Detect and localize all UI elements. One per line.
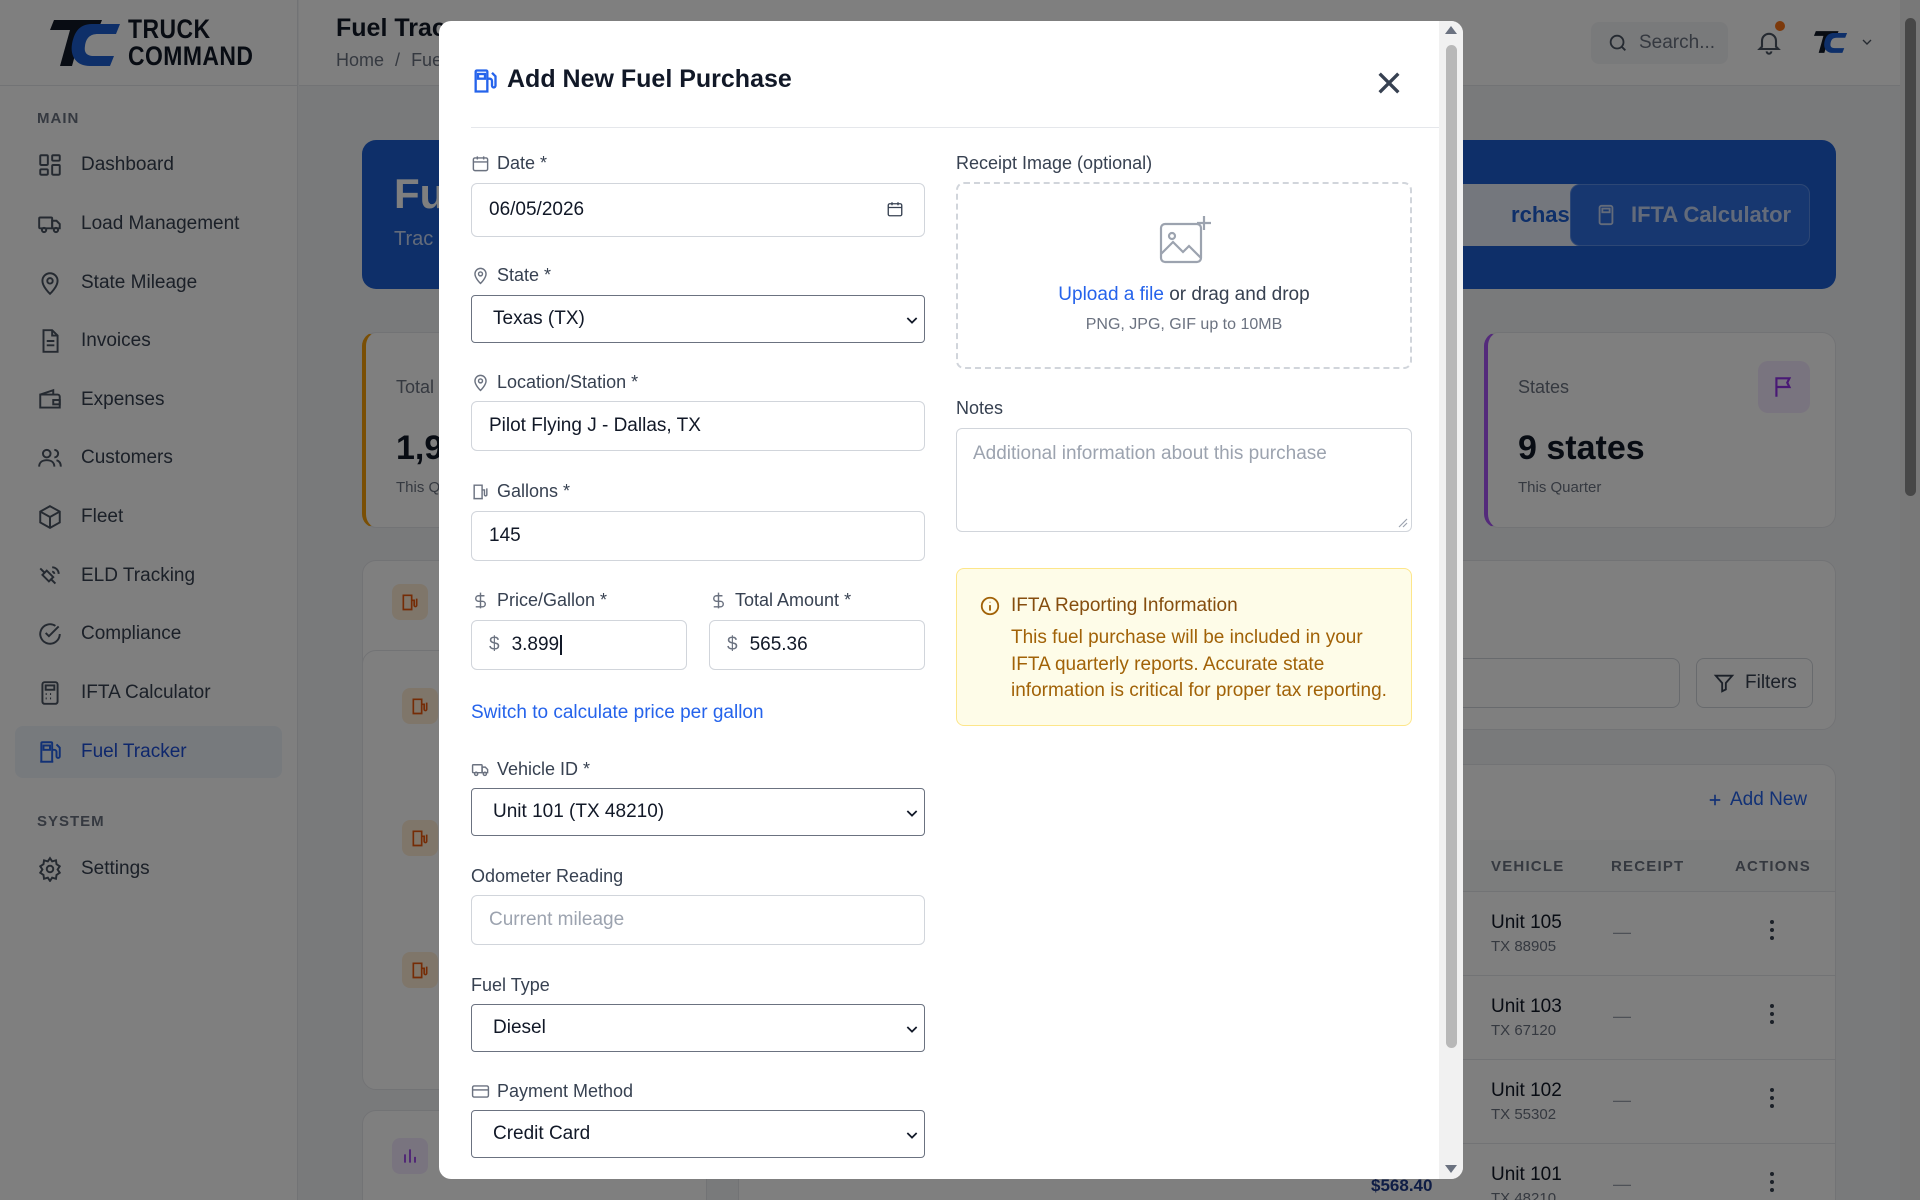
- price-value: 3.899: [511, 634, 560, 655]
- modal-divider: [471, 127, 1441, 128]
- vehicle-label-text: Vehicle ID *: [497, 759, 591, 779]
- location-field[interactable]: Pilot Flying J - Dallas, TX: [471, 401, 925, 451]
- location-value: Pilot Flying J - Dallas, TX: [489, 415, 701, 436]
- dollar-icon: [475, 592, 486, 609]
- calendar-icon: [472, 156, 489, 172]
- state-select[interactable]: Texas (TX): [471, 295, 925, 343]
- payment-label-text: Payment Method: [497, 1081, 634, 1101]
- upload-instructions: Upload a file or drag and drop: [958, 284, 1410, 306]
- price-gallon-label: Price/Gallon *: [471, 590, 607, 611]
- scroll-up-arrow-icon[interactable]: [1444, 25, 1458, 35]
- add-fuel-purchase-modal: Add New Fuel Purchase Date * 06/05/2026 …: [439, 21, 1463, 1179]
- date-label: Date *: [471, 153, 547, 174]
- ifta-info-alert: IFTA Reporting Information This fuel pur…: [956, 568, 1412, 726]
- fuel-type-select[interactable]: Diesel: [471, 1004, 925, 1052]
- text-caret: [560, 635, 562, 655]
- currency-prefix: $: [727, 634, 738, 655]
- total-value: 565.36: [749, 634, 808, 655]
- switch-calc-mode-link[interactable]: Switch to calculate price per gallon: [471, 702, 764, 724]
- info-body: This fuel purchase will be included in y…: [1011, 627, 1387, 701]
- vehicle-value: Unit 101 (TX 48210): [493, 801, 665, 822]
- currency-prefix: $: [489, 634, 500, 655]
- calendar-picker-icon[interactable]: [886, 200, 904, 218]
- info-icon: [980, 596, 1000, 616]
- gallons-label-text: Gallons *: [497, 481, 571, 501]
- price-label-text: Price/Gallon *: [497, 590, 608, 610]
- gallons-value: 145: [489, 525, 521, 546]
- credit-card-icon: [471, 1085, 490, 1098]
- vehicle-id-label: Vehicle ID *: [471, 759, 590, 780]
- total-label-text: Total Amount *: [735, 590, 852, 610]
- scroll-down-arrow-icon[interactable]: [1444, 1164, 1458, 1174]
- dollar-icon: [713, 592, 724, 609]
- date-label-text: Date *: [497, 153, 548, 173]
- info-title: IFTA Reporting Information: [1011, 595, 1238, 616]
- date-field[interactable]: 06/05/2026: [471, 183, 925, 237]
- state-value: Texas (TX): [493, 308, 585, 329]
- gallons-field[interactable]: 145: [471, 511, 925, 561]
- close-icon[interactable]: [1373, 67, 1405, 99]
- location-label-text: Location/Station *: [497, 372, 639, 392]
- odometer-field[interactable]: Current mileage: [471, 895, 925, 945]
- fuel-type-value: Diesel: [493, 1017, 546, 1038]
- chevron-down-icon: [906, 810, 918, 817]
- notes-textarea[interactable]: Additional information about this purcha…: [956, 428, 1412, 532]
- state-label-text: State *: [497, 265, 552, 285]
- map-pin-icon: [474, 374, 487, 392]
- receipt-upload-dropzone[interactable]: Upload a file or drag and drop PNG, JPG,…: [956, 182, 1412, 369]
- odometer-placeholder: Current mileage: [489, 909, 625, 930]
- payment-method-label: Payment Method: [471, 1081, 633, 1102]
- fuel-icon: [473, 484, 488, 500]
- date-value: 06/05/2026: [489, 199, 585, 220]
- location-label: Location/Station *: [471, 372, 638, 393]
- truck-icon: [471, 764, 489, 777]
- odometer-label: Odometer Reading: [471, 866, 624, 886]
- image-upload-icon: [1159, 216, 1211, 264]
- notes-label: Notes: [956, 398, 1004, 418]
- chevron-down-icon: [906, 1026, 918, 1033]
- notes-placeholder: Additional information about this purcha…: [973, 443, 1327, 464]
- upload-text: or drag and drop: [1163, 284, 1310, 305]
- state-label: State *: [471, 265, 551, 286]
- vehicle-select[interactable]: Unit 101 (TX 48210): [471, 788, 925, 836]
- fuel-type-label: Fuel Type: [471, 975, 550, 995]
- payment-method-select[interactable]: Credit Card: [471, 1110, 925, 1158]
- upload-hint: PNG, JPG, GIF up to 10MB: [1085, 316, 1283, 333]
- receipt-image-label: Receipt Image (optional): [956, 153, 1153, 173]
- upload-file-link[interactable]: Upload a file: [1058, 284, 1164, 305]
- modal-title: Add New Fuel Purchase: [507, 65, 792, 93]
- total-amount-field[interactable]: $ 565.36: [709, 620, 925, 670]
- price-gallon-field[interactable]: $ 3.899: [471, 620, 687, 670]
- fuel-icon: [474, 69, 497, 93]
- map-pin-icon: [474, 267, 487, 285]
- gallons-label: Gallons *: [471, 481, 570, 502]
- modal-scrollbar-thumb[interactable]: [1446, 45, 1457, 1048]
- resize-handle-icon[interactable]: [1398, 518, 1408, 528]
- chevron-down-icon: [906, 1132, 918, 1139]
- chevron-down-icon: [906, 317, 918, 324]
- payment-value: Credit Card: [493, 1123, 591, 1144]
- total-amount-label: Total Amount *: [709, 590, 851, 611]
